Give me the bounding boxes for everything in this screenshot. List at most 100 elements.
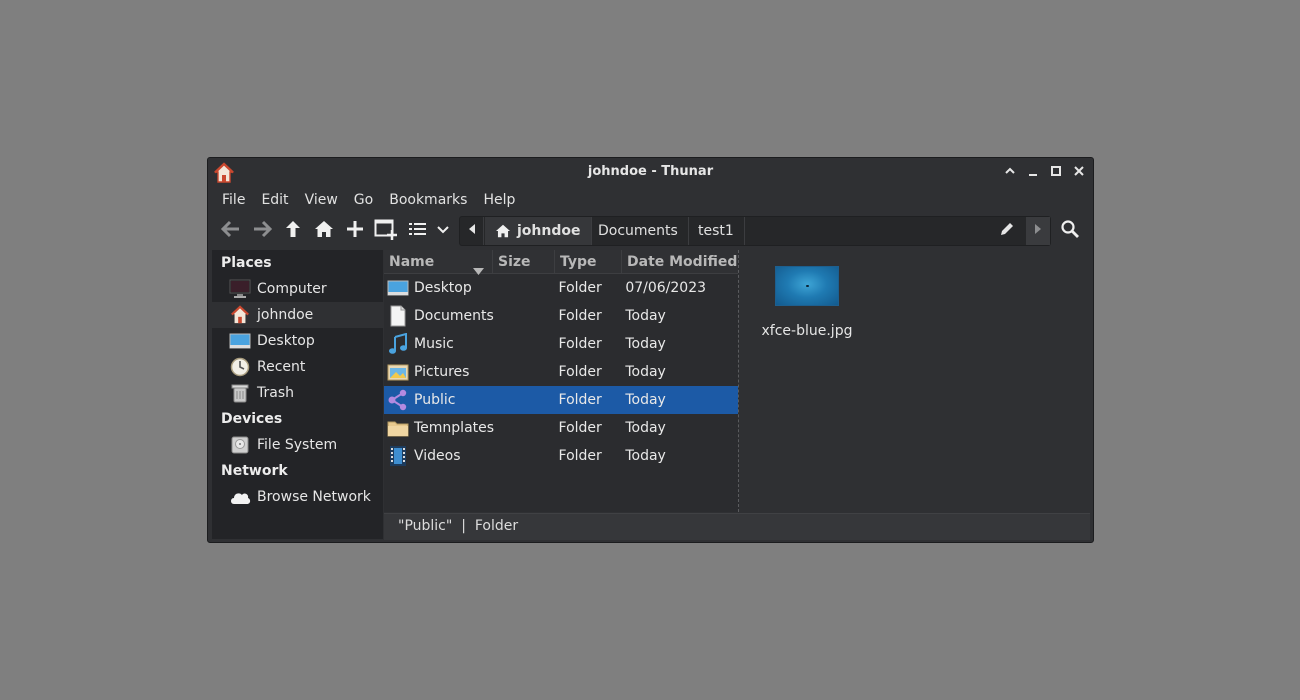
minimize-button[interactable] <box>1023 163 1043 183</box>
menu-view[interactable]: View <box>297 188 346 212</box>
maximize-button[interactable] <box>1046 163 1066 183</box>
desktop-icon <box>229 330 251 352</box>
desktop-folder-icon <box>387 277 409 299</box>
sidebar-item-trash[interactable]: Trash <box>212 380 383 406</box>
image-thumbnail[interactable] <box>775 266 839 306</box>
file-name: Documents <box>414 308 494 324</box>
arrow-left-icon <box>220 220 241 242</box>
sidebar-item-recent[interactable]: Recent <box>212 354 383 380</box>
home-icon <box>495 224 511 238</box>
drive-icon <box>229 434 251 456</box>
cloud-icon <box>229 486 251 508</box>
folder-icon <box>387 417 409 439</box>
file-type: Folder <box>558 308 602 324</box>
menu-file[interactable]: File <box>214 188 253 212</box>
close-icon <box>1073 165 1085 181</box>
file-date: Today <box>625 308 666 324</box>
network-header: Network <box>221 463 288 479</box>
file-type: Folder <box>558 392 602 408</box>
table-row[interactable]: Public Folder Today <box>384 386 738 414</box>
menu-help[interactable]: Help <box>475 188 523 212</box>
sidebar-item-desktop[interactable]: Desktop <box>212 328 383 354</box>
side-pane: Places Computer johndoe Desktop Recent T… <box>212 250 383 539</box>
table-row[interactable]: Temnplates Folder Today <box>384 414 738 442</box>
title-bar[interactable]: johndoe - Thunar <box>208 158 1093 188</box>
thumbnail-filename[interactable]: xfce-blue.jpg <box>740 323 874 339</box>
menu-bookmarks[interactable]: Bookmarks <box>381 188 475 212</box>
menu-edit[interactable]: Edit <box>253 188 296 212</box>
view-mode-dropdown[interactable] <box>405 217 453 245</box>
crumb-label: test1 <box>698 223 734 239</box>
table-row[interactable]: Pictures Folder Today <box>384 358 738 386</box>
crumb-johndoe[interactable]: johndoe <box>485 217 592 245</box>
parent-folder-button[interactable] <box>279 217 307 245</box>
file-name: Pictures <box>414 364 470 380</box>
sort-descending-icon <box>473 259 484 283</box>
table-row[interactable]: Desktop Folder 07/06/2023 <box>384 274 738 302</box>
column-header-date[interactable]: Date Modified <box>622 250 738 273</box>
column-header-size[interactable]: Size <box>493 250 555 273</box>
table-row[interactable]: Videos Folder Today <box>384 442 738 470</box>
maximize-icon <box>1050 165 1062 181</box>
triangle-right-icon <box>1034 223 1042 239</box>
column-header-type[interactable]: Type <box>555 250 622 273</box>
file-name: Temnplates <box>414 420 495 436</box>
file-name: Music <box>414 336 454 352</box>
new-window-icon <box>374 218 398 244</box>
edit-location-button[interactable] <box>994 217 1020 245</box>
home-folder-icon <box>229 304 251 326</box>
film-icon <box>387 445 409 467</box>
sidebar-item-label: File System <box>257 437 338 453</box>
file-date: Today <box>625 336 666 352</box>
path-scroll-left-button[interactable] <box>460 217 484 245</box>
status-text: "Public" | Folder <box>398 518 519 534</box>
menu-go[interactable]: Go <box>346 188 381 212</box>
pencil-icon <box>999 221 1015 241</box>
share-icon <box>387 389 409 411</box>
table-row[interactable]: Music Folder Today <box>384 330 738 358</box>
trash-icon <box>229 382 251 404</box>
file-date: 07/06/2023 <box>625 280 707 296</box>
file-name: Videos <box>414 448 461 464</box>
new-folder-button[interactable] <box>341 217 369 245</box>
file-type: Folder <box>558 280 602 296</box>
chevron-down-icon <box>437 223 449 239</box>
sidebar-item-johndoe[interactable]: johndoe <box>212 302 383 328</box>
places-header: Places <box>221 255 272 271</box>
file-list: Name Size Type Date Modified Desktop Fol… <box>384 250 739 512</box>
new-tab-button[interactable] <box>372 217 400 245</box>
menu-bar: File Edit View Go Bookmarks Help <box>208 188 1093 212</box>
table-row[interactable]: Documents Folder Today <box>384 302 738 330</box>
back-button[interactable] <box>217 217 245 245</box>
search-icon <box>1060 219 1080 243</box>
column-header-name[interactable]: Name <box>384 250 493 275</box>
forward-button[interactable] <box>248 217 276 245</box>
sidebar-item-computer[interactable]: Computer <box>212 276 383 302</box>
sidebar-item-file-system[interactable]: File System <box>212 432 383 458</box>
close-button[interactable] <box>1069 163 1089 183</box>
home-button[interactable] <box>310 217 338 245</box>
music-note-icon <box>387 333 409 355</box>
file-type: Folder <box>558 420 602 436</box>
crumb-label: Documents <box>598 223 678 239</box>
sidebar-item-label: Recent <box>257 359 306 375</box>
sidebar-item-browse-network[interactable]: Browse Network <box>212 484 383 510</box>
file-type: Folder <box>558 448 602 464</box>
sidebar-item-label: Browse Network <box>257 489 371 505</box>
computer-icon <box>229 278 251 300</box>
clock-icon <box>229 356 251 378</box>
chevron-up-icon <box>1004 165 1016 181</box>
minimize-icon <box>1027 165 1039 181</box>
toolbar: johndoe Documents test1 <box>208 214 1093 248</box>
file-name: Public <box>414 392 456 408</box>
crumb-documents[interactable]: Documents <box>588 217 689 245</box>
plus-icon <box>346 220 364 242</box>
crumb-test1[interactable]: test1 <box>688 217 745 245</box>
path-scroll-right-button[interactable] <box>1026 217 1050 245</box>
search-button[interactable] <box>1056 217 1084 245</box>
shade-button[interactable] <box>1000 163 1020 183</box>
home-icon <box>314 220 334 242</box>
document-icon <box>387 305 409 327</box>
sidebar-item-label: Trash <box>257 385 294 401</box>
sidebar-item-label: Desktop <box>257 333 315 349</box>
